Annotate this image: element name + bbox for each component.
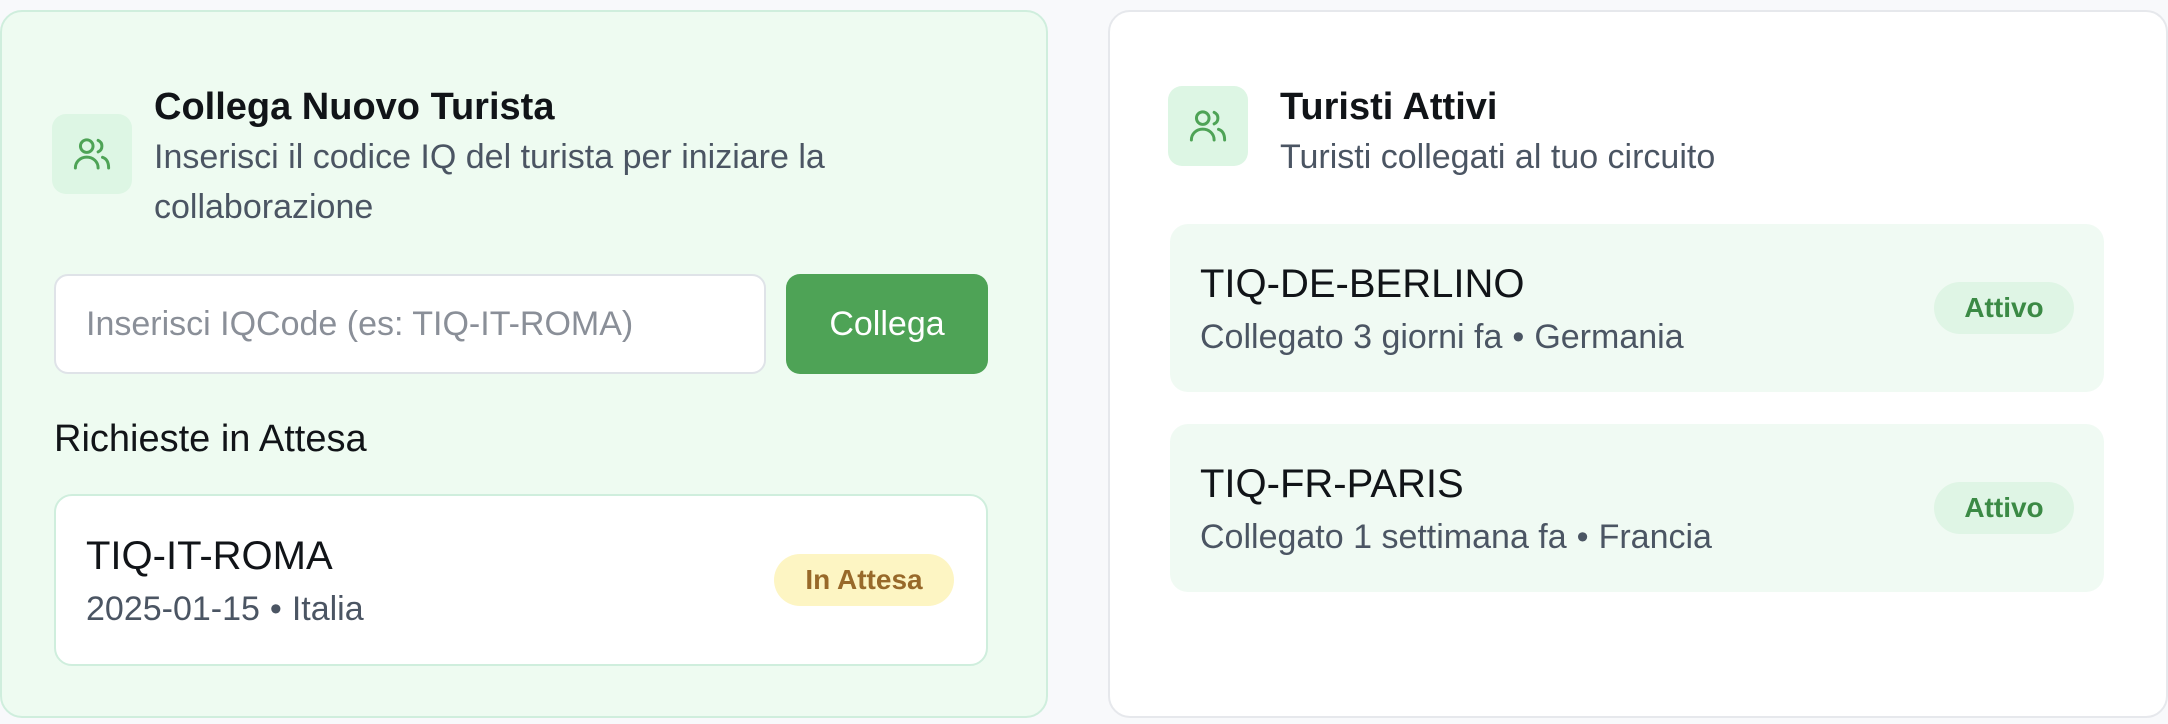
- tourist-code: TIQ-DE-BERLINO: [1200, 262, 1525, 306]
- request-meta: 2025-01-15 • Italia: [86, 590, 364, 629]
- meta-separator: •: [1576, 518, 1589, 556]
- status-badge: In Attesa: [774, 554, 954, 606]
- pending-requests-heading: Richieste in Attesa: [54, 418, 367, 460]
- tourist-country: Germania: [1534, 318, 1684, 356]
- connected-time: Collegato 3 giorni fa: [1200, 318, 1503, 356]
- connect-title: Collega Nuovo Turista: [154, 86, 555, 128]
- tourist-meta: Collegato 1 settimana fa • Francia: [1200, 518, 1712, 557]
- users-icon: [52, 114, 132, 194]
- tourist-code: TIQ-FR-PARIS: [1200, 462, 1464, 506]
- pending-request-item[interactable]: TIQ-IT-ROMA 2025-01-15 • Italia In Attesa: [54, 494, 988, 666]
- active-tourist-item[interactable]: TIQ-DE-BERLINO Collegato 3 giorni fa • Ger…: [1170, 224, 2104, 392]
- connect-subtitle: Inserisci il codice IQ del turista per i…: [154, 138, 825, 226]
- tourist-meta: Collegato 3 giorni fa • Germania: [1200, 318, 1684, 357]
- meta-separator: •: [1512, 318, 1525, 356]
- request-country: Italia: [291, 590, 364, 628]
- active-tourists-card: Turisti Attivi Turisti collegati al tuo …: [1108, 10, 2168, 718]
- users-icon: [1168, 86, 1248, 166]
- tourist-code: TIQ-IT-ROMA: [86, 534, 333, 578]
- connect-button[interactable]: Collega: [786, 274, 988, 374]
- connected-time: Collegato 1 settimana fa: [1200, 518, 1567, 556]
- status-badge: Attivo: [1934, 282, 2074, 334]
- iqcode-input[interactable]: [54, 274, 766, 374]
- connect-tourist-card: Collega Nuovo Turista Inserisci il codic…: [0, 10, 1048, 718]
- active-subtitle: Turisti collegati al tuo circuito: [1280, 138, 1716, 176]
- active-title: Turisti Attivi: [1280, 86, 1498, 128]
- active-tourist-item[interactable]: TIQ-FR-PARIS Collegato 1 settimana fa • Fr…: [1170, 424, 2104, 592]
- tourist-country: Francia: [1598, 518, 1712, 556]
- request-date: 2025-01-15: [86, 590, 260, 628]
- status-badge: Attivo: [1934, 482, 2074, 534]
- meta-separator: •: [269, 590, 282, 628]
